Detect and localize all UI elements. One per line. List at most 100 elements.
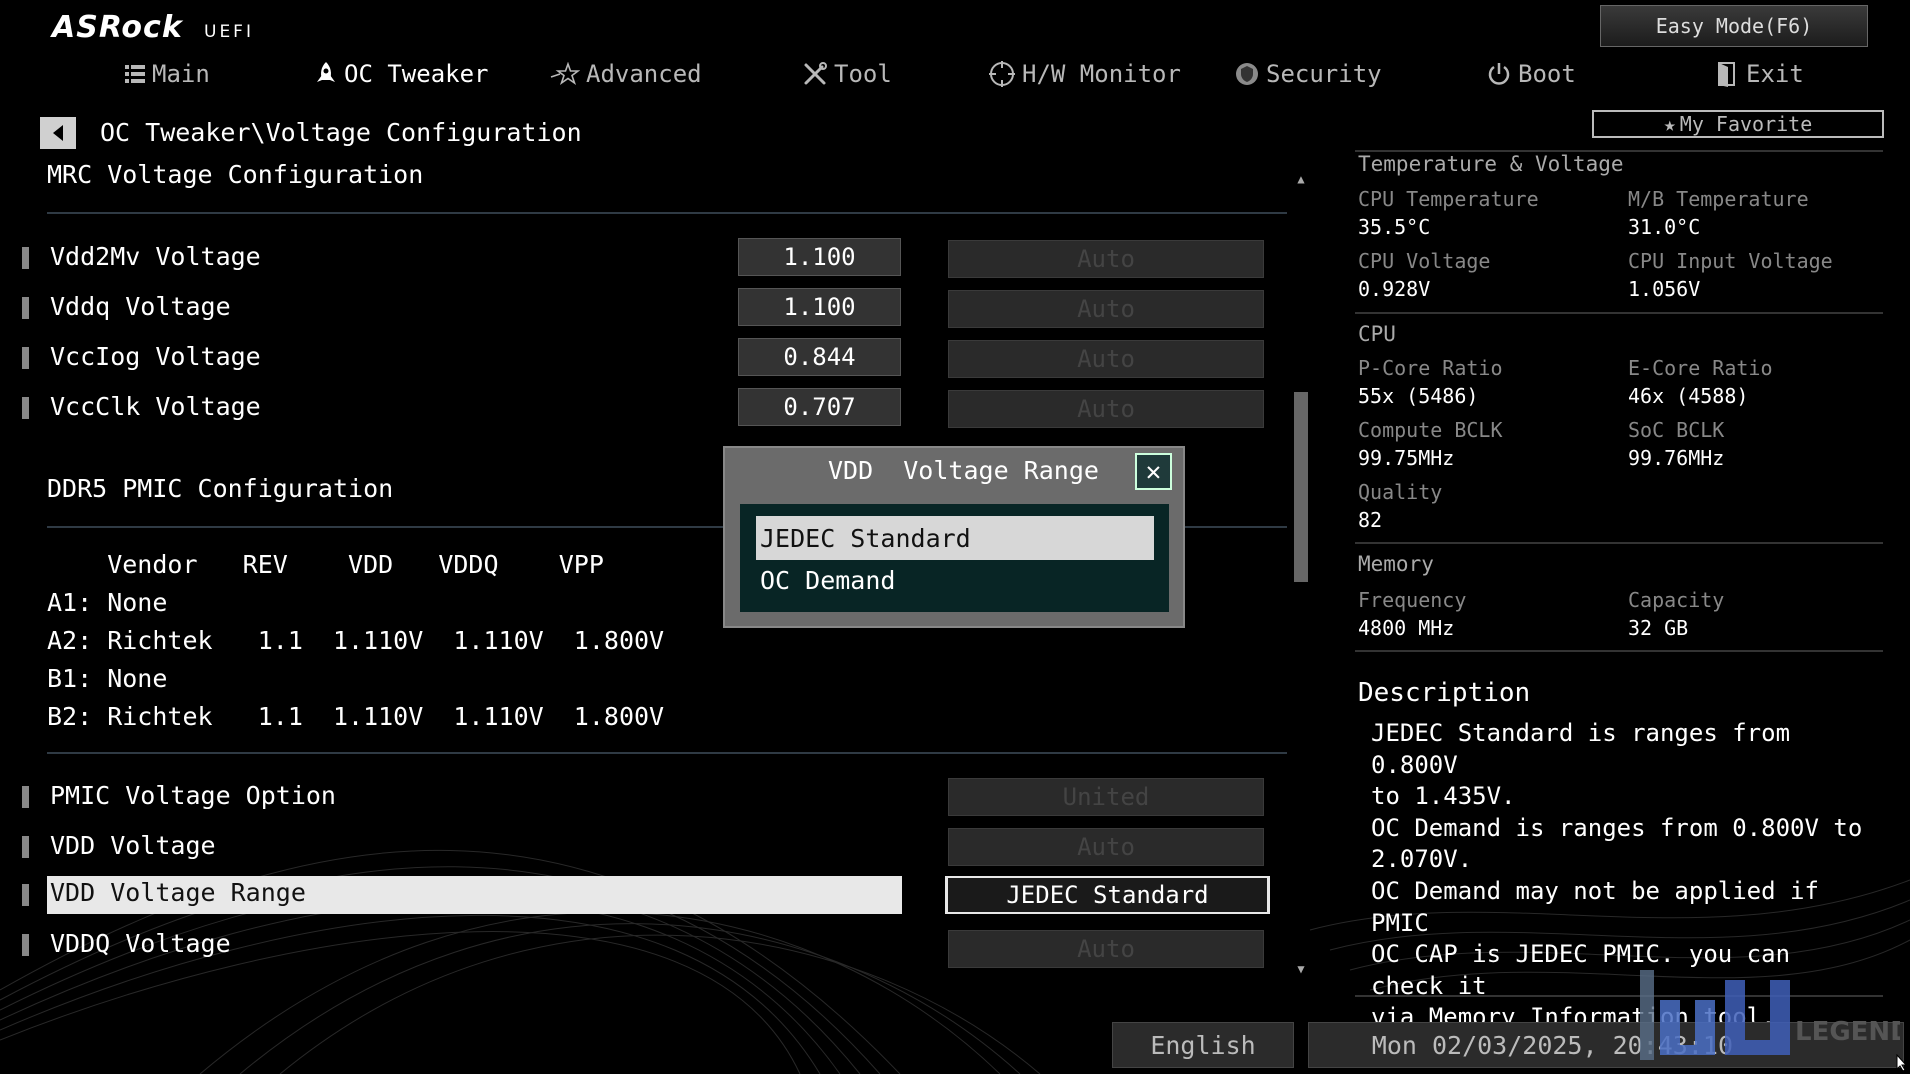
brand-logo: ASRock	[52, 10, 183, 45]
my-favorite-label: My Favorite	[1679, 112, 1813, 136]
mouse-cursor-icon	[1896, 1054, 1908, 1072]
exit-icon	[1718, 62, 1735, 87]
frequency-value: 4800 MHz	[1358, 616, 1455, 640]
row-bullet	[22, 884, 29, 906]
vdd-voltage-value: Auto	[948, 828, 1264, 866]
vdd2mv-voltage-mode: Auto	[948, 240, 1264, 278]
my-favorite-button[interactable]: ★ My Favorite	[1592, 110, 1884, 138]
popup-close-button[interactable]: ✕	[1135, 453, 1172, 490]
scroll-down-icon[interactable]: ▼	[1294, 962, 1308, 976]
frequency-label: Frequency	[1358, 588, 1467, 612]
vdd-voltage-range-select[interactable]: JEDEC Standard	[945, 876, 1270, 914]
cpu-temp-value: 35.5°C	[1358, 215, 1431, 239]
memory-heading: Memory	[1358, 552, 1434, 576]
monitor-icon	[989, 61, 1015, 87]
vddq-voltage-label[interactable]: Vddq Voltage	[50, 292, 231, 321]
row-bullet	[22, 247, 29, 269]
scrollbar-thumb[interactable]	[1294, 392, 1308, 582]
vdd-voltage-label[interactable]: VDD Voltage	[50, 831, 216, 860]
cpu-voltage-value: 0.928V	[1358, 277, 1431, 301]
soc-bclk-label: SoC BCLK	[1628, 418, 1725, 442]
vcciog-voltage-mode: Auto	[948, 340, 1264, 378]
vccclk-voltage-value[interactable]: 0.707	[738, 388, 901, 426]
vdd-voltage-range-label[interactable]: VDD Voltage Range	[50, 878, 306, 907]
list-icon	[125, 65, 145, 83]
power-icon	[1488, 63, 1510, 85]
pcore-ratio-label: P-Core Ratio	[1358, 356, 1503, 380]
tab-boot-label: Boot	[1518, 60, 1576, 88]
section-mrc-title: MRC Voltage Configuration	[47, 160, 424, 189]
back-button[interactable]	[40, 117, 76, 149]
divider	[1355, 312, 1883, 314]
vccclk-voltage-label[interactable]: VccClk Voltage	[50, 392, 261, 421]
cpu-temp-label: CPU Temperature	[1358, 187, 1539, 211]
tab-advanced[interactable]: Advanced	[550, 56, 702, 92]
cpu-heading: CPU	[1358, 322, 1396, 346]
ecore-ratio-value: 46x (4588)	[1628, 384, 1749, 408]
tab-security-label: Security	[1266, 60, 1382, 88]
tab-tool-label: Tool	[834, 60, 892, 88]
tab-exit-label: Exit	[1746, 60, 1804, 88]
vddq-pmic-voltage-label[interactable]: VDDQ Voltage	[50, 929, 231, 958]
tab-boot[interactable]: Boot	[1486, 56, 1576, 92]
vddq-pmic-voltage-value: Auto	[948, 930, 1264, 968]
description-title: Description	[1358, 678, 1531, 708]
vdd2mv-voltage-value[interactable]: 1.100	[738, 238, 901, 276]
vddq-voltage-value[interactable]: 1.100	[738, 288, 901, 326]
cpu-input-voltage-value: 1.056V	[1628, 277, 1701, 301]
close-icon: ✕	[1145, 456, 1162, 487]
tab-advanced-label: Advanced	[586, 60, 702, 88]
tab-tool[interactable]: Tool	[802, 56, 892, 92]
ecore-ratio-label: E-Core Ratio	[1628, 356, 1773, 380]
pmic-table-row: B1: None	[47, 664, 168, 693]
tab-main-label: Main	[152, 60, 210, 88]
row-bullet	[22, 934, 29, 956]
pcore-ratio-value: 55x (5486)	[1358, 384, 1479, 408]
pmic-table-row: A2: Richtek 1.1 1.110V 1.110V 1.800V	[47, 626, 665, 655]
tab-oc-tweaker-label: OC Tweaker	[344, 60, 489, 88]
tab-oc-tweaker[interactable]: OC Tweaker	[314, 56, 489, 92]
rocket-icon	[317, 62, 335, 82]
quality-value: 82	[1358, 508, 1383, 532]
tab-hw-monitor-label: H/W Monitor	[1022, 60, 1181, 88]
mb-temp-value: 31.0°C	[1628, 215, 1701, 239]
temp-voltage-heading: Temperature & Voltage	[1358, 152, 1624, 176]
language-selector[interactable]: English	[1112, 1022, 1294, 1068]
row-bullet	[22, 347, 29, 369]
popup-option-oc-demand[interactable]: OC Demand	[760, 566, 895, 595]
pmic-voltage-option-value: United	[948, 778, 1264, 816]
tools-icon	[804, 62, 827, 85]
popup-option-jedec-standard[interactable]: JEDEC Standard	[756, 516, 1154, 560]
capacity-label: Capacity	[1628, 588, 1725, 612]
row-bullet	[22, 786, 29, 808]
compute-bclk-value: 99.75MHz	[1358, 446, 1455, 470]
tab-security[interactable]: Security	[1234, 56, 1382, 92]
divider	[1355, 542, 1883, 544]
scroll-up-icon[interactable]: ▲	[1294, 172, 1308, 186]
divider	[47, 212, 1287, 214]
pmic-voltage-option-label[interactable]: PMIC Voltage Option	[50, 781, 336, 810]
row-bullet	[22, 836, 29, 858]
watermark-text: LEGEND	[1795, 1017, 1900, 1047]
vccclk-voltage-mode: Auto	[948, 390, 1264, 428]
capacity-value: 32 GB	[1628, 616, 1689, 640]
star-icon: ★	[1663, 112, 1676, 136]
section-pmic-title: DDR5 PMIC Configuration	[47, 474, 394, 503]
shield-icon	[1236, 63, 1258, 85]
row-bullet	[22, 297, 29, 319]
breadcrumb: OC Tweaker\Voltage Configuration	[100, 118, 582, 147]
quality-label: Quality	[1358, 480, 1443, 504]
pmic-table-row: A1: None	[47, 588, 168, 617]
vcciog-voltage-label[interactable]: VccIog Voltage	[50, 342, 261, 371]
mb-temp-label: M/B Temperature	[1628, 187, 1809, 211]
vcciog-voltage-value[interactable]: 0.844	[738, 338, 901, 376]
compute-bclk-label: Compute BCLK	[1358, 418, 1503, 442]
tab-hw-monitor[interactable]: H/W Monitor	[988, 56, 1181, 92]
easy-mode-button[interactable]: Easy Mode(F6)	[1600, 5, 1868, 47]
divider	[1355, 650, 1883, 652]
vddq-voltage-mode: Auto	[948, 290, 1264, 328]
tab-exit[interactable]: Exit	[1716, 56, 1804, 92]
vdd2mv-voltage-label[interactable]: Vdd2Mv Voltage	[50, 242, 261, 271]
tab-main[interactable]: Main	[124, 56, 210, 92]
back-arrow-icon	[53, 125, 63, 141]
